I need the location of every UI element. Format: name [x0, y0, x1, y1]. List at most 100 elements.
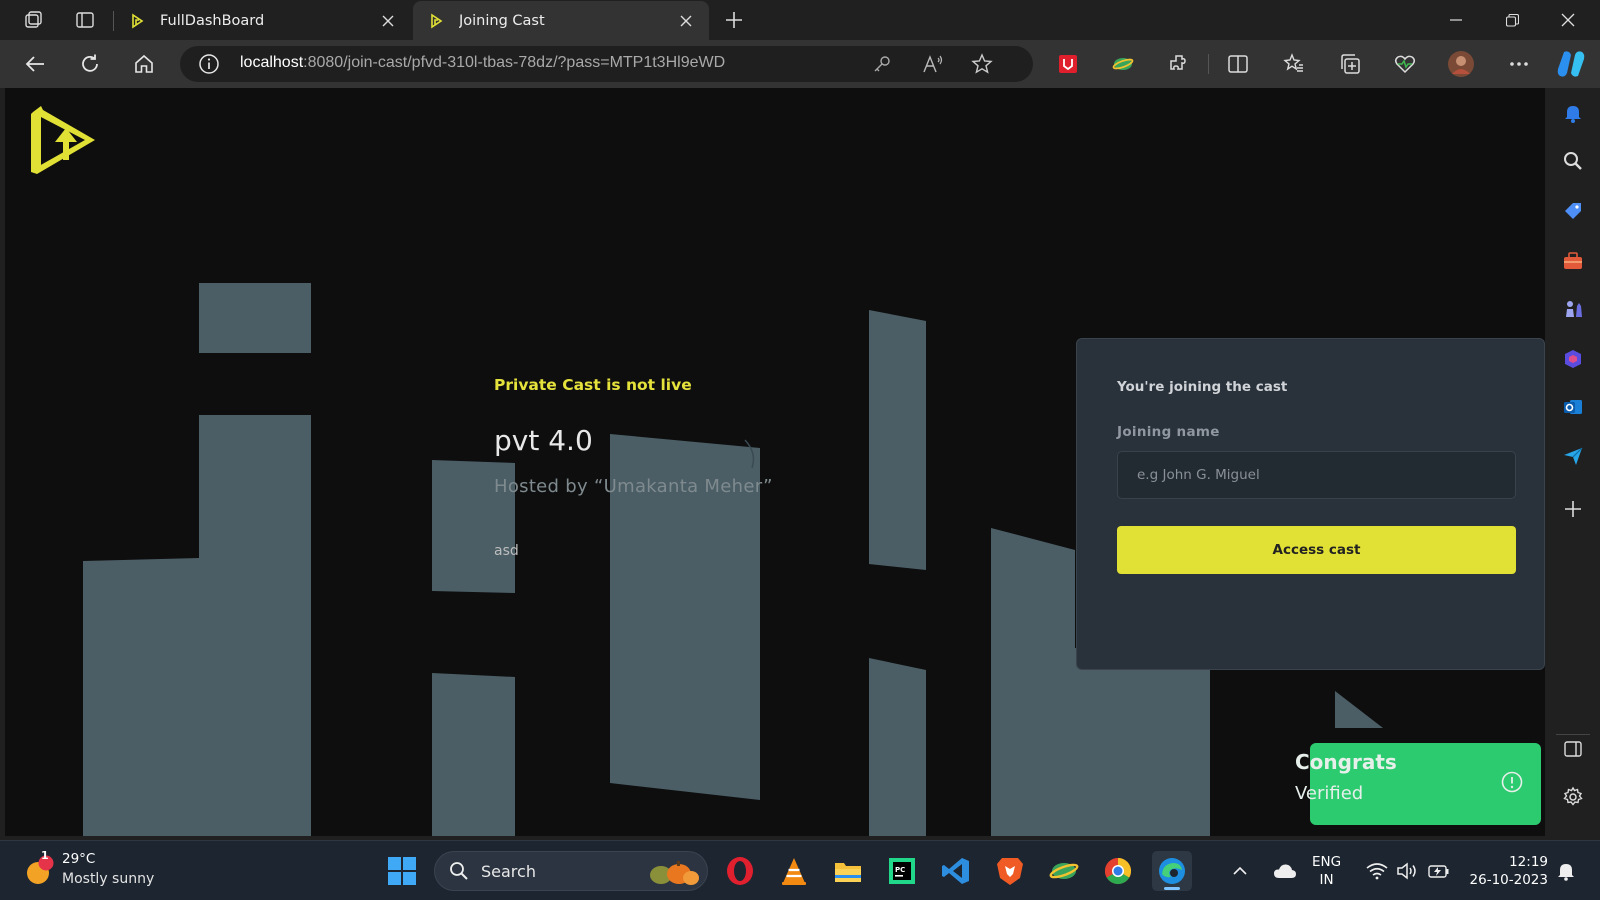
toast-message: Verified — [1295, 783, 1364, 804]
tools-briefcase-icon[interactable] — [1560, 248, 1586, 274]
favorites-icon[interactable] — [1277, 48, 1311, 80]
globe-extension-icon[interactable] — [1106, 48, 1140, 80]
language-code: ENG — [1312, 854, 1342, 870]
profile-avatar[interactable] — [1444, 48, 1478, 80]
brave-icon[interactable] — [990, 851, 1030, 891]
language-indicator[interactable]: ENG IN — [1312, 853, 1341, 889]
internet-download-icon[interactable] — [1044, 851, 1084, 891]
address-bar[interactable]: localhost:8080/join-cast/pfvd-310l-tbas-… — [180, 46, 1033, 82]
restore-button[interactable] — [1484, 0, 1540, 40]
close-tab-icon[interactable] — [377, 10, 399, 32]
tab-strip: FullDashBoard Joining Cast — [0, 0, 1600, 40]
add-sidebar-app-icon[interactable] — [1560, 496, 1586, 522]
back-icon[interactable] — [18, 48, 52, 80]
cast-title: pvt 4.0 — [494, 424, 593, 457]
vscode-icon[interactable] — [936, 851, 976, 891]
weather-badge: 1 — [41, 849, 49, 862]
chrome-icon[interactable] — [1098, 851, 1138, 891]
cast-host-line: Hosted by “Umakanta Meher” — [494, 476, 773, 497]
weather-widget[interactable]: 1 29°C Mostly sunny — [22, 849, 182, 893]
sun-icon — [27, 855, 54, 884]
toast-title: Congrats — [1295, 750, 1397, 774]
clock-time: 12:19 — [1509, 854, 1548, 870]
notification-bell-icon[interactable] — [1560, 100, 1586, 126]
weather-condition: Mostly sunny — [62, 871, 155, 887]
pumpkins-icon — [650, 861, 699, 885]
edge-sidebar — [1546, 88, 1600, 840]
app-logo[interactable] — [25, 102, 101, 178]
onedrive-cloud-icon[interactable] — [1270, 851, 1300, 891]
active-app-indicator — [1164, 887, 1180, 890]
start-button[interactable] — [382, 851, 422, 891]
hide-sidebar-icon[interactable] — [1560, 736, 1586, 762]
cast-description: asd — [494, 543, 519, 559]
cast-status-text: Private Cast is not live — [494, 376, 692, 394]
url-path: :8080/join-cast/pfvd-310l-tbas-78dz/?pas… — [303, 54, 726, 71]
new-tab-button[interactable] — [720, 6, 748, 34]
sidebar-divider — [1556, 734, 1590, 735]
close-window-button[interactable] — [1540, 0, 1596, 40]
site-favicon-icon — [132, 13, 144, 28]
notifications-bell-icon[interactable] — [1554, 851, 1578, 891]
taskbar-search[interactable]: Search — [434, 851, 708, 891]
site-favicon-icon — [431, 13, 443, 28]
file-explorer-icon[interactable] — [828, 851, 868, 891]
home-icon[interactable] — [127, 48, 161, 80]
refresh-icon[interactable] — [73, 48, 107, 80]
battery-charging-icon[interactable] — [1424, 851, 1452, 891]
collections-icon[interactable] — [1333, 48, 1367, 80]
url-text[interactable]: localhost:8080/join-cast/pfvd-310l-tbas-… — [240, 54, 725, 72]
joining-name-label: Joining name — [1117, 424, 1220, 440]
pycharm-icon[interactable]: PC — [882, 851, 922, 891]
opera-icon[interactable] — [720, 851, 760, 891]
vertical-tabs-icon[interactable] — [70, 6, 100, 34]
outlook-icon[interactable] — [1560, 394, 1586, 420]
join-cast-card: You're joining the cast Joining name Acc… — [1076, 338, 1545, 670]
mcafee-extension-icon[interactable] — [1051, 48, 1085, 80]
copilot-icon[interactable] — [1555, 48, 1587, 80]
favorite-star-icon[interactable] — [969, 52, 995, 76]
site-info-icon[interactable] — [198, 53, 220, 75]
joining-name-input[interactable] — [1117, 451, 1516, 499]
join-card-title: You're joining the cast — [1117, 379, 1288, 395]
browser-toolbar: localhost:8080/join-cast/pfvd-310l-tbas-… — [0, 40, 1600, 88]
search-icon[interactable] — [1560, 148, 1586, 174]
wifi-icon[interactable] — [1364, 851, 1390, 891]
read-aloud-icon[interactable] — [920, 52, 946, 76]
system-clock[interactable]: 12:19 26-10-2023 — [1466, 853, 1548, 889]
more-options-icon[interactable] — [1502, 48, 1536, 80]
access-cast-button[interactable]: Access cast — [1117, 526, 1516, 574]
extensions-icon[interactable] — [1162, 48, 1196, 80]
workspaces-icon[interactable] — [18, 6, 48, 34]
microsoft-365-icon[interactable] — [1560, 346, 1586, 372]
page-viewport: Private Cast is not live pvt 4.0 Hosted … — [5, 88, 1545, 836]
search-icon — [450, 862, 468, 880]
tab-label: FullDashBoard — [160, 12, 265, 29]
volume-icon[interactable] — [1394, 851, 1420, 891]
split-screen-icon[interactable] — [1221, 48, 1255, 80]
key-icon[interactable] — [869, 52, 895, 76]
tab-joining-cast[interactable]: Joining Cast — [413, 1, 709, 40]
toolbar-divider — [1208, 54, 1209, 74]
tab-fulldashboard[interactable]: FullDashBoard — [114, 1, 411, 40]
windows-taskbar: 1 29°C Mostly sunny Search PC ENG IN 12:… — [0, 840, 1600, 900]
games-icon[interactable] — [1560, 296, 1586, 322]
svg-text:PC: PC — [895, 866, 905, 874]
weather-temperature: 29°C — [62, 851, 96, 867]
search-label: Search — [481, 862, 536, 881]
close-tab-icon[interactable] — [675, 10, 697, 32]
shopping-tag-icon[interactable] — [1560, 198, 1586, 224]
sidebar-settings-gear-icon[interactable] — [1560, 784, 1586, 810]
language-region: IN — [1319, 872, 1334, 888]
vlc-icon[interactable] — [774, 851, 814, 891]
clock-date: 26-10-2023 — [1469, 872, 1548, 888]
browser-essentials-icon[interactable] — [1388, 48, 1422, 80]
info-circle-icon — [1501, 771, 1523, 793]
show-hidden-icons-chevron[interactable] — [1228, 851, 1252, 891]
minimize-button[interactable] — [1428, 0, 1484, 40]
edge-icon[interactable] — [1152, 851, 1192, 891]
send-paper-plane-icon[interactable] — [1560, 443, 1586, 469]
tab-label: Joining Cast — [459, 12, 545, 29]
url-host: localhost — [240, 54, 304, 71]
windows-logo-icon — [388, 857, 416, 885]
